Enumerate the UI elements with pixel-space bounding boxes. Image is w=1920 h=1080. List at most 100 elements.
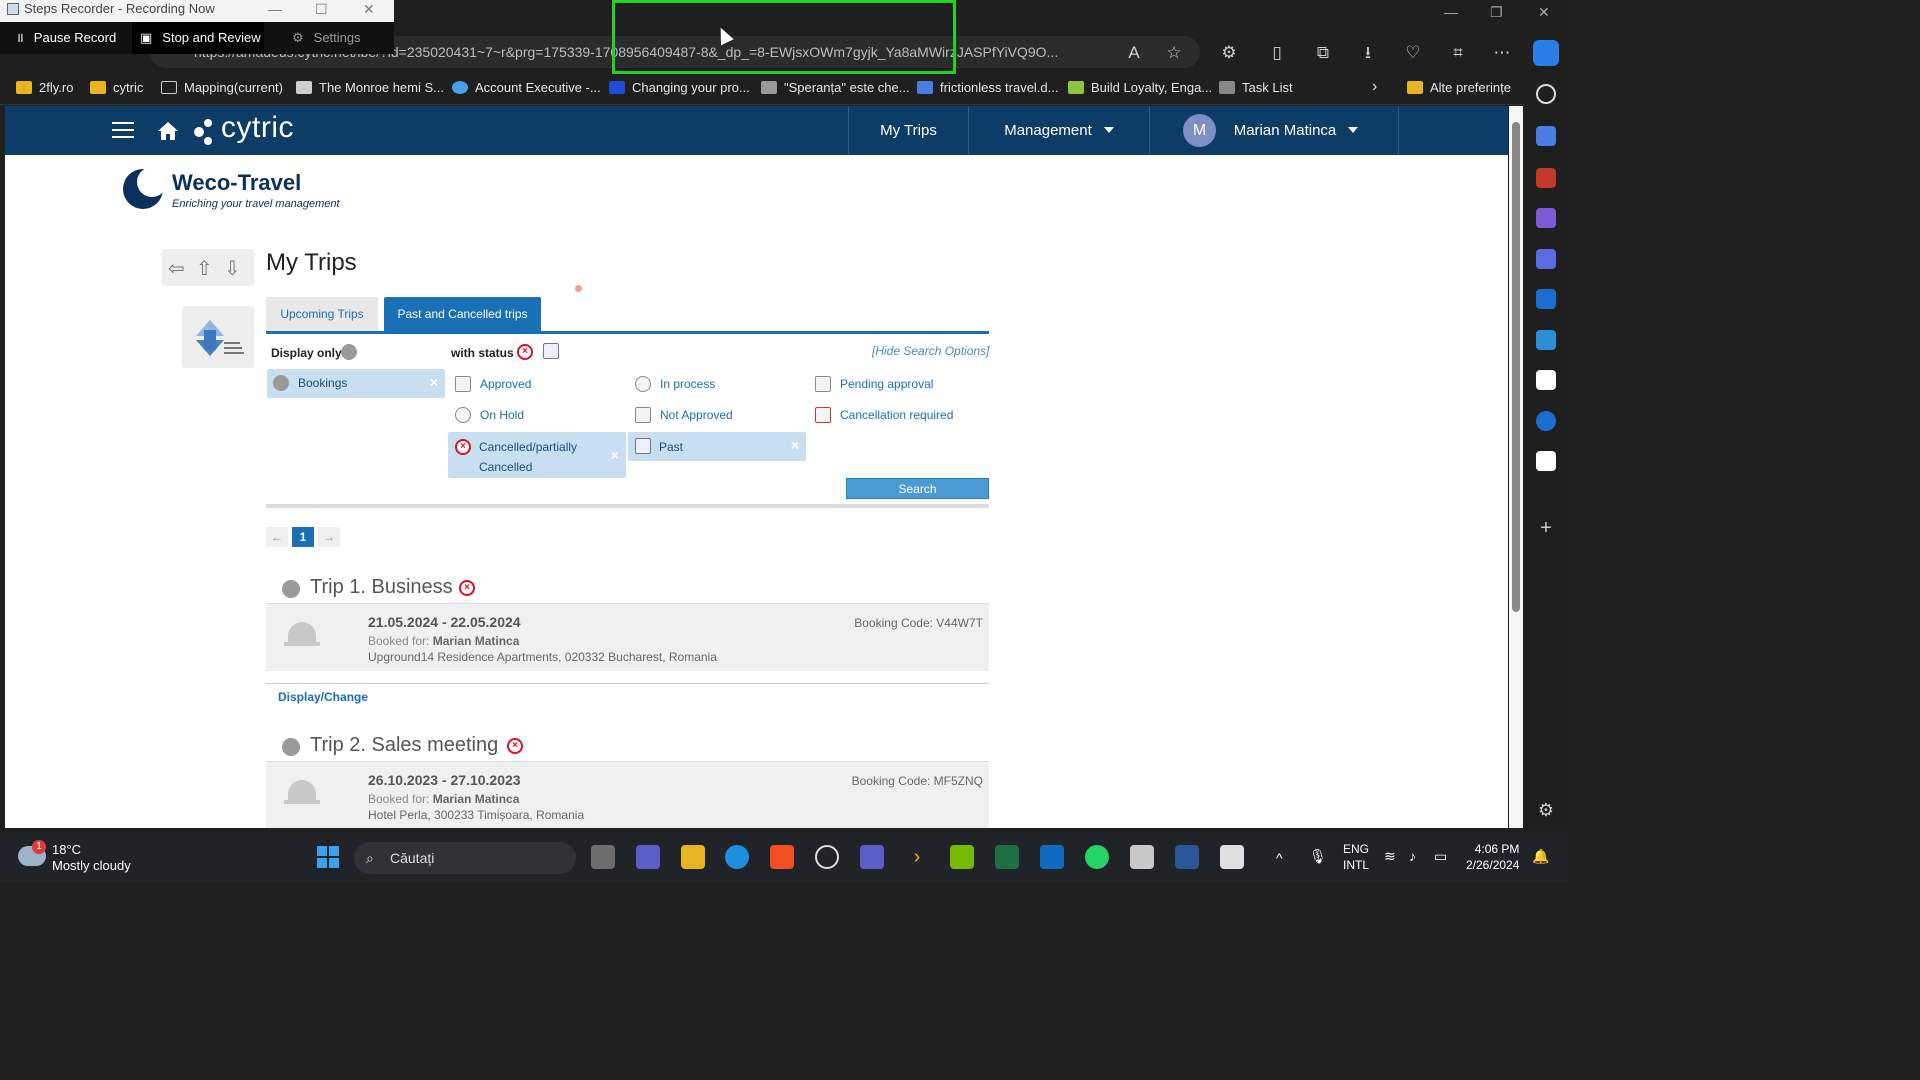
chess-icon[interactable] [1536,208,1556,228]
back-arrow-icon[interactable]: ⇦ [168,256,185,281]
settings-button[interactable]: ⚙ Settings [292,22,361,54]
nav-management[interactable]: Management [968,106,1149,155]
close-window-button[interactable]: ✕ [1538,4,1550,21]
m365-icon[interactable] [1536,249,1556,269]
past-calendar-icon[interactable] [543,343,559,359]
send-icon[interactable] [1536,330,1556,350]
terminal-icon[interactable]: › [905,845,929,869]
teams-icon[interactable] [636,845,660,869]
tag-icon[interactable] [1536,126,1556,146]
language-indicator[interactable]: ENG INTL [1343,842,1369,872]
split-screen-icon[interactable]: ▯ [1264,40,1290,66]
collections-icon[interactable]: ⧉ [1310,40,1336,66]
outlook-icon[interactable] [1536,289,1556,309]
bookmark-mapping[interactable]: Mapping(current) [161,80,283,95]
toolbox-icon[interactable] [1536,168,1556,188]
remove-filter-icon[interactable]: × [611,447,619,463]
trip-card[interactable]: 26.10.2023 - 27.10.2023 Booked for: Mari… [266,761,989,828]
minimize-icon[interactable]: — [268,0,282,18]
bookmark-task-list[interactable]: Task List [1219,80,1293,95]
weather-temp[interactable]: 18°C [52,842,81,857]
avatar[interactable]: M [1183,114,1216,147]
bookings-filter-chip[interactable]: Bookings × [267,369,445,398]
pager-page-1[interactable]: 1 [292,527,314,547]
remove-filter-icon[interactable]: × [430,374,438,390]
search-button[interactable]: Search [846,478,989,499]
nvidia-icon[interactable] [950,845,974,869]
past-filter-chip[interactable]: Past × [628,432,806,461]
pause-record-button[interactable]: ॥ Pause Record [16,22,116,54]
search-icon[interactable] [1536,84,1556,104]
up-arrow-icon[interactable]: ⇧ [196,256,213,281]
store-icon[interactable] [770,845,794,869]
scrollbar-thumb[interactable] [1512,122,1520,612]
notifications-bell-icon[interactable]: 🔔 [1532,848,1549,865]
steps-recorder-icon[interactable] [1220,845,1244,869]
cytric-logo[interactable]: cytric [221,111,294,145]
bookmark-build-loyalty[interactable]: Build Loyalty, Enga... [1068,80,1212,95]
wifi-icon[interactable]: ≋ [1384,848,1396,865]
bookmark-changing-profile[interactable]: Changing your pro... [609,80,750,95]
bookmark-account-executive[interactable]: Account Executive -... [452,80,601,95]
downloads-icon[interactable]: ⭳ [1355,40,1381,66]
whatsapp-icon[interactable] [1085,845,1109,869]
nav-my-trips[interactable]: My Trips [848,106,968,155]
weco-icon[interactable] [1536,451,1556,471]
task-view-icon[interactable] [591,845,615,869]
pager-prev-button[interactable]: ← [266,527,288,547]
globe-icon[interactable] [341,344,357,360]
windows-start-icon[interactable] [316,845,340,869]
amadeus-icon[interactable] [1536,411,1556,431]
word-icon[interactable] [1175,845,1199,869]
favorite-star-icon[interactable]: ☆ [1161,40,1187,66]
trip-card[interactable]: 21.05.2024 - 22.05.2024 Booked for: Mari… [266,603,989,671]
weco-icon[interactable] [1536,370,1556,390]
tab-upcoming-trips[interactable]: Upcoming Trips [266,297,378,332]
weather-description[interactable]: Mostly cloudy [52,858,131,873]
add-icon[interactable]: + [1536,518,1556,538]
minimize-button[interactable]: — [1444,4,1458,20]
home-icon[interactable] [157,121,179,141]
down-arrow-icon[interactable]: ⇩ [224,256,241,281]
extensions-icon[interactable]: ⚙ [1216,40,1242,66]
browser-essentials-icon[interactable]: ♡ [1400,40,1426,66]
close-icon[interactable]: ✕ [363,0,375,18]
taskbar-search[interactable]: ⌕ Căutați [354,842,576,874]
bookmark-monroe[interactable]: The Monroe hemi S... [296,80,444,95]
bookmarks-overflow-chevron-icon[interactable]: › [1372,78,1377,96]
hide-search-options-link[interactable]: [Hide Search Options] [872,344,989,358]
more-options-icon[interactable]: ⋯ [1489,40,1515,66]
restore-button[interactable]: ❐ [1490,4,1503,21]
dell-icon[interactable] [815,845,839,869]
tab-past-cancelled-trips[interactable]: Past and Cancelled trips [384,297,541,332]
teams-work-icon[interactable] [860,845,884,869]
copilot-icon[interactable] [1533,40,1559,66]
volume-icon[interactable]: ♪ [1409,848,1416,864]
screenshot-icon[interactable]: ⌗ [1445,40,1471,66]
bookmark-frictionless[interactable]: frictionless travel.d... [917,80,1059,95]
snipping-tool-icon[interactable] [1130,845,1154,869]
bookmark-2fly[interactable]: 2fly.ro [16,80,73,95]
bookmark-speranta[interactable]: "Speranța" este che... [761,80,910,95]
display-change-link[interactable]: Display/Change [278,690,368,704]
microphone-icon[interactable]: 🎙 [1309,848,1327,865]
hamburger-menu-icon[interactable] [112,122,134,138]
battery-icon[interactable]: ▭ [1434,848,1447,865]
cancelled-filter-chip[interactable]: × Cancelled/partially Cancelled × [448,432,626,478]
edge-icon[interactable] [725,845,749,869]
maximize-icon[interactable]: ☐ [315,0,328,18]
gear-icon[interactable]: ⚙ [1536,800,1556,820]
page-scrollbar[interactable] [1509,106,1523,828]
bookmark-cytric[interactable]: cytric [90,80,143,95]
chevron-up-icon[interactable]: ^ [1276,850,1283,866]
bookmark-other-favorites[interactable]: Alte preferințe [1407,80,1511,95]
read-aloud-icon[interactable]: A [1121,40,1147,66]
sort-tool[interactable] [182,306,254,368]
remove-filter-icon[interactable]: × [791,437,799,453]
stop-review-button[interactable]: ▣ Stop and Review [132,22,264,54]
excel-icon[interactable] [995,845,1019,869]
clock[interactable]: 4:06 PM 2/26/2024 [1466,842,1519,872]
pager-next-button[interactable]: → [318,527,340,547]
outlook-icon[interactable] [1040,845,1064,869]
file-explorer-icon[interactable] [681,845,705,869]
